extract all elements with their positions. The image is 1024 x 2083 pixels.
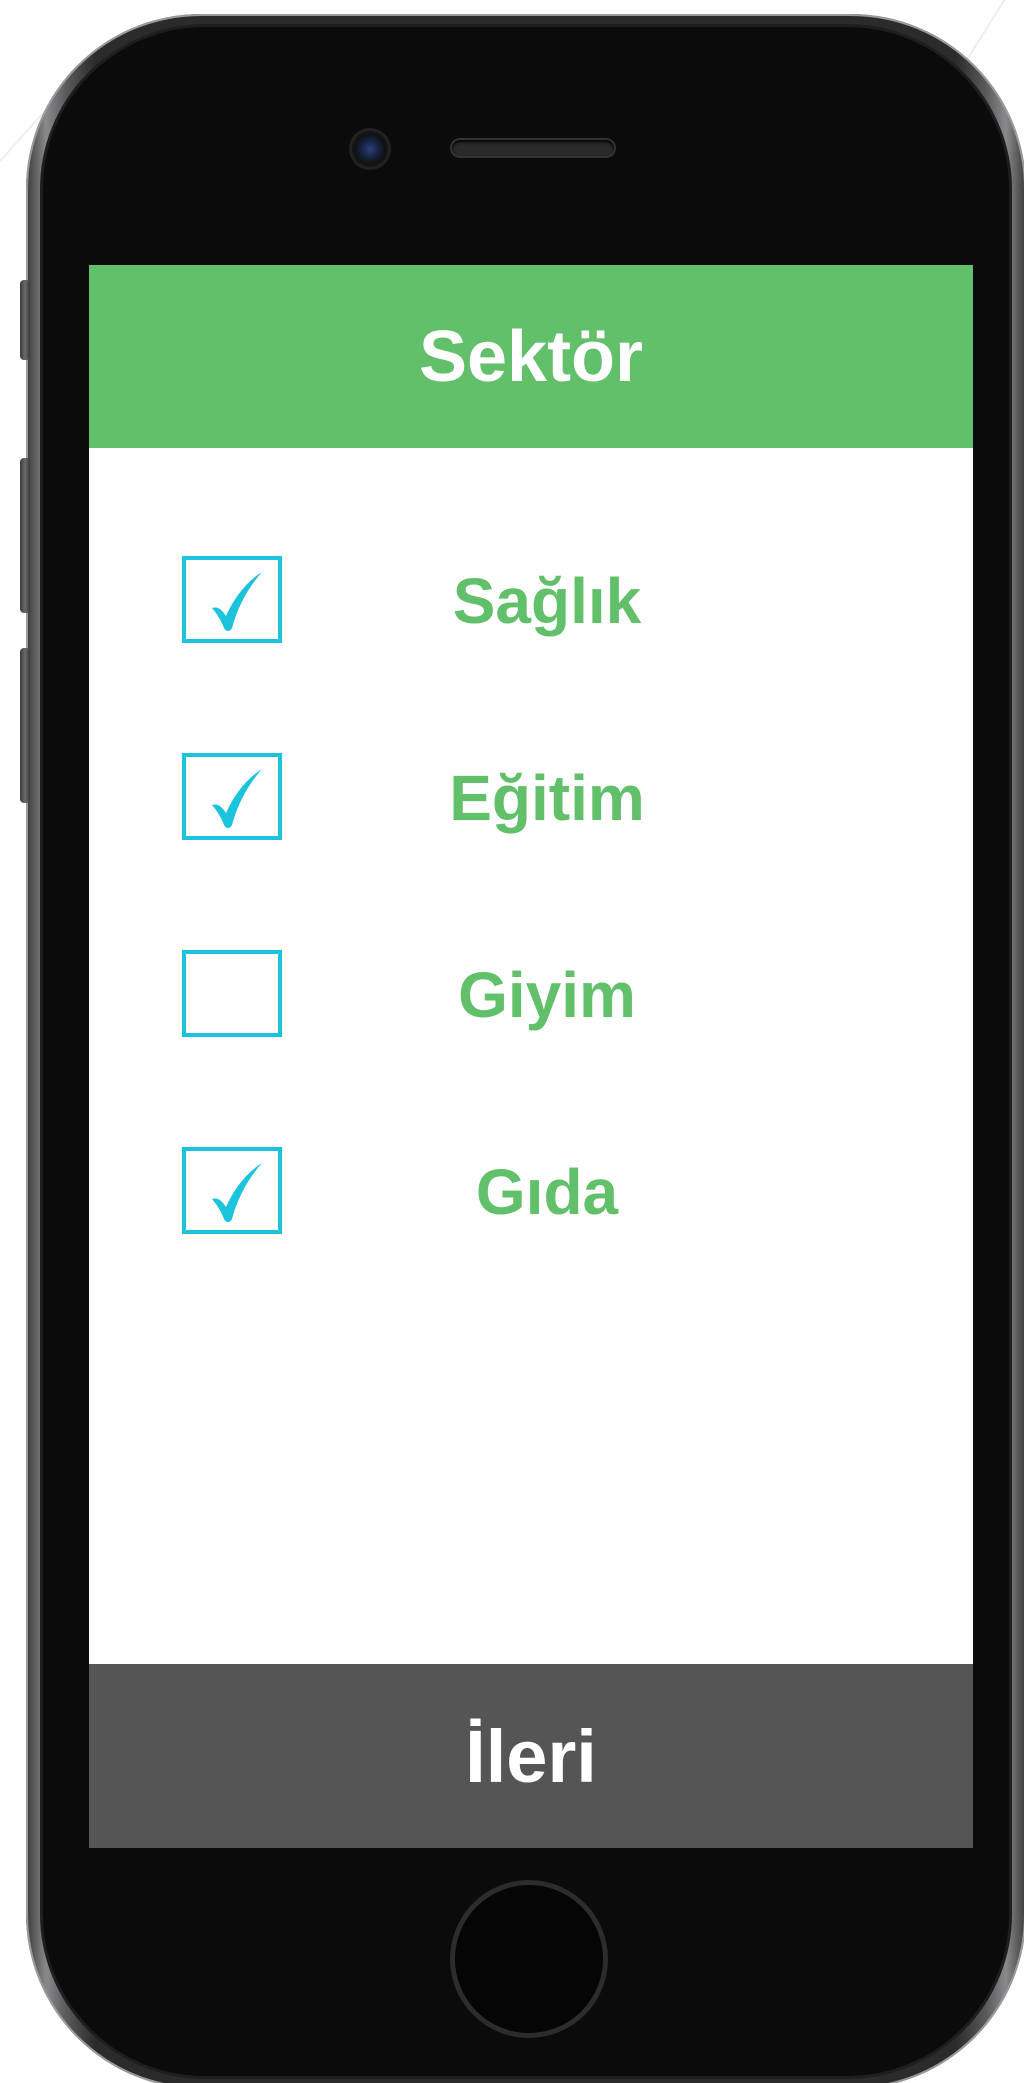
option-row[interactable]: Sağlık — [89, 556, 973, 646]
checkbox[interactable] — [182, 1147, 282, 1234]
home-button[interactable] — [450, 1880, 608, 2038]
next-button[interactable]: İleri — [89, 1664, 973, 1848]
mute-switch — [20, 280, 30, 360]
check-icon — [212, 1163, 262, 1222]
checkbox[interactable] — [182, 753, 282, 840]
option-label: Gıda — [475, 1156, 619, 1228]
next-button-label: İleri — [465, 1714, 597, 1798]
page-title: Sektör — [418, 316, 644, 397]
app-screen: Sektör Sağlık Eğitim Giyim Gıda İleri — [89, 265, 973, 1848]
option-row[interactable]: Gıda — [89, 1147, 973, 1237]
check-icon — [212, 769, 262, 828]
header-bar: Sektör — [89, 265, 973, 448]
option-label: Giyim — [458, 959, 636, 1031]
option-row[interactable]: Giyim — [89, 950, 973, 1040]
option-label: Sağlık — [452, 565, 642, 637]
page: Sektör Sağlık Eğitim Giyim Gıda İleri — [0, 0, 1024, 2083]
front-camera — [352, 131, 388, 167]
volume-up-button — [20, 458, 30, 613]
checkbox[interactable] — [182, 556, 282, 643]
checkbox[interactable] — [182, 950, 282, 1037]
option-row[interactable]: Eğitim — [89, 753, 973, 843]
earpiece-speaker — [452, 140, 614, 156]
option-label: Eğitim — [449, 762, 645, 834]
check-icon — [212, 572, 262, 631]
volume-down-button — [20, 648, 30, 803]
